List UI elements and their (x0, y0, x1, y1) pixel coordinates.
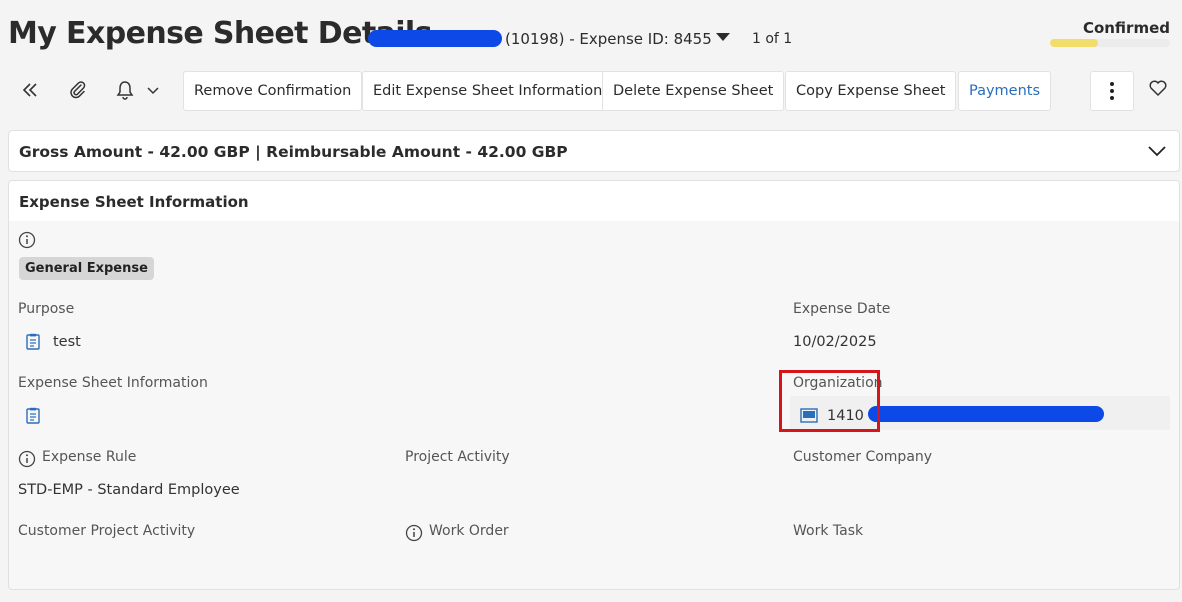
work-order-label: Work Order (429, 523, 509, 539)
chevron-down-icon[interactable] (139, 76, 167, 104)
amount-summary-panel[interactable]: Gross Amount - 42.00 GBP | Reimbursable … (8, 130, 1180, 172)
page-header: My Expense Sheet Details (10198) - Expen… (0, 0, 1182, 62)
expense-rule-value: STD-EMP - Standard Employee (18, 482, 240, 498)
kebab-menu-icon (1110, 82, 1114, 100)
delete-expense-sheet-button[interactable]: Delete Expense Sheet (602, 71, 785, 111)
highlight-annotation-box (779, 370, 880, 432)
document-icon (26, 333, 40, 350)
info-panel-header: Expense Sheet Information (9, 181, 1179, 221)
expense-date-label: Expense Date (793, 301, 891, 317)
project-activity-label: Project Activity (405, 449, 510, 465)
paperclip-icon[interactable] (64, 76, 92, 104)
bell-icon[interactable] (111, 76, 139, 104)
info-icon[interactable] (18, 231, 36, 249)
purpose-value: test (53, 334, 81, 350)
info-icon[interactable] (18, 450, 36, 468)
more-actions-button[interactable] (1090, 71, 1134, 111)
chevron-down-icon[interactable] (1147, 143, 1167, 159)
toolbar: Remove Confirmation Edit Expense Sheet I… (0, 66, 1182, 116)
status-progress-fill (1050, 39, 1098, 47)
redaction-mark (368, 30, 502, 47)
expense-date-value: 10/02/2025 (793, 334, 877, 350)
amount-summary-text: Gross Amount - 42.00 GBP | Reimbursable … (19, 143, 568, 161)
payments-button[interactable]: Payments (958, 71, 1052, 111)
info-panel-title: Expense Sheet Information (19, 193, 249, 211)
info-icon[interactable] (405, 524, 423, 542)
double-chevron-left-icon[interactable] (16, 76, 44, 104)
status-label: Confirmed (1082, 19, 1170, 37)
record-identifier: (10198) - Expense ID: 8455 (505, 30, 712, 48)
status-progress-bar (1050, 39, 1170, 47)
edit-expense-sheet-information-button[interactable]: Edit Expense Sheet Information (362, 71, 614, 111)
redaction-mark (868, 406, 1104, 422)
heart-icon[interactable] (1144, 74, 1172, 102)
copy-expense-sheet-button[interactable]: Copy Expense Sheet (785, 71, 957, 111)
purpose-label: Purpose (18, 301, 75, 317)
record-selector-caret-icon[interactable] (716, 33, 730, 41)
expense-type-badge: General Expense (19, 257, 154, 280)
remove-confirmation-button[interactable]: Remove Confirmation (183, 71, 363, 111)
customer-project-activity-label: Customer Project Activity (18, 523, 196, 539)
document-icon (26, 407, 40, 424)
sheet-info-label: Expense Sheet Information (18, 375, 208, 391)
work-task-label: Work Task (793, 523, 864, 539)
record-pager: 1 of 1 (752, 31, 793, 47)
customer-company-label: Customer Company (793, 449, 933, 465)
expense-rule-label: Expense Rule (42, 449, 137, 465)
